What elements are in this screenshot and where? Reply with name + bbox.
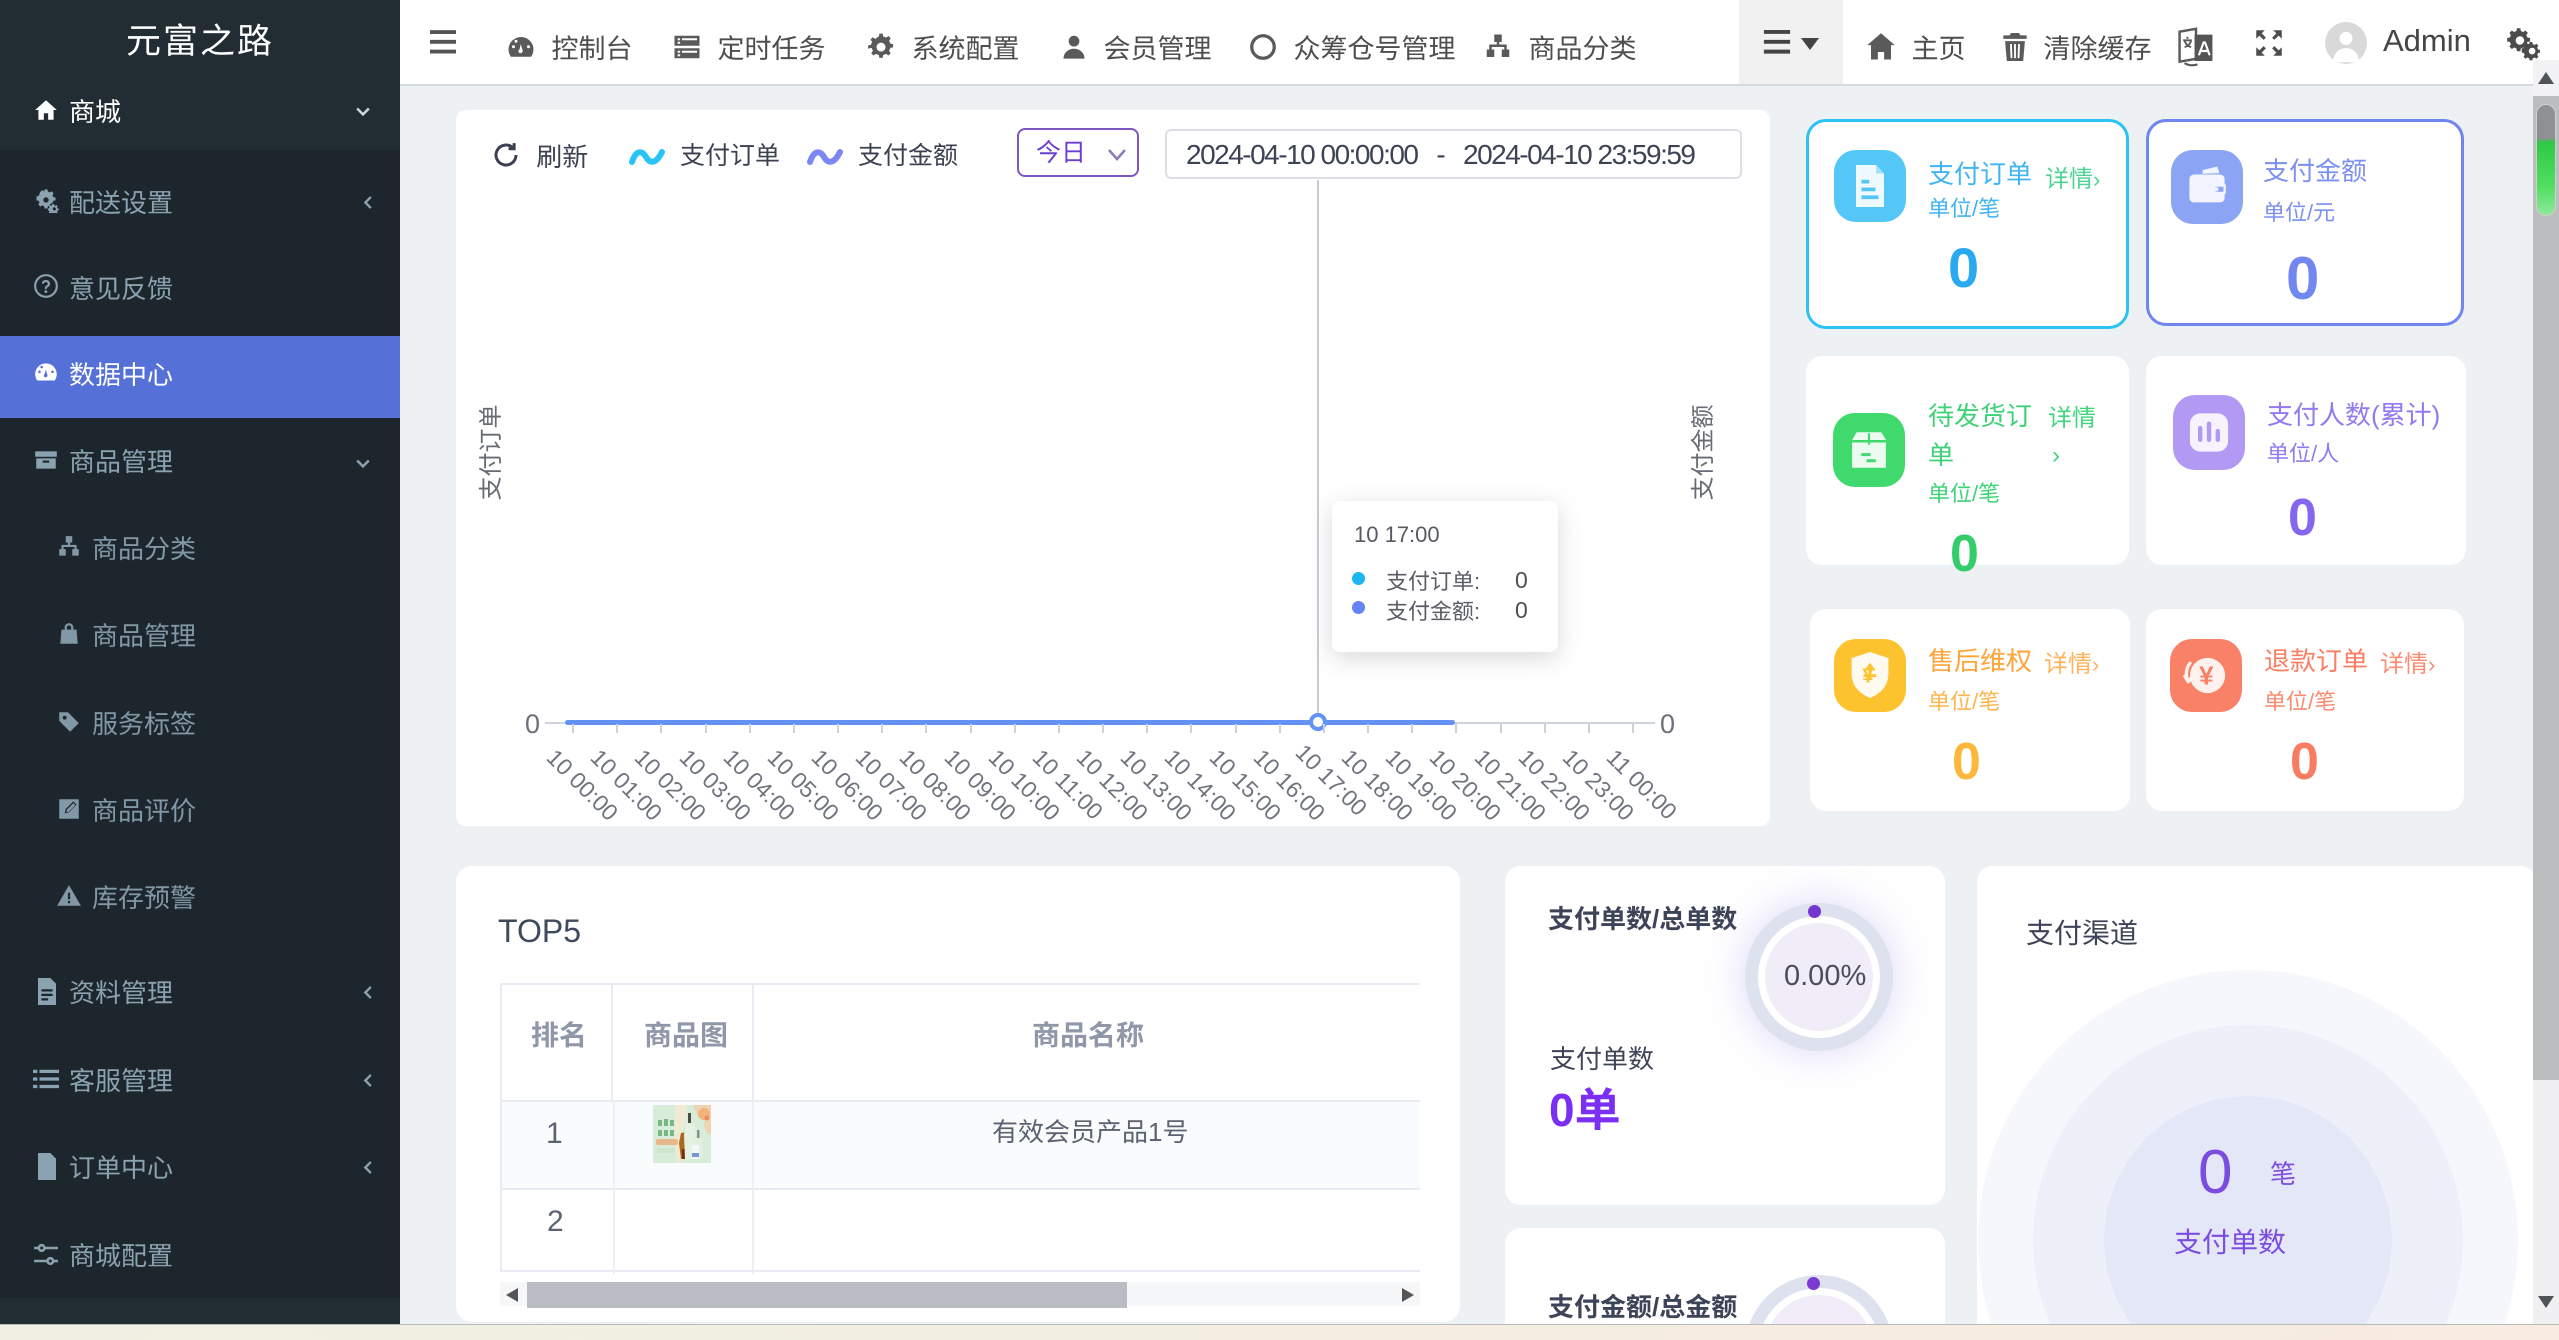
svg-text:¥: ¥ <box>1862 666 1873 688</box>
svg-text:¥: ¥ <box>2199 661 2214 691</box>
